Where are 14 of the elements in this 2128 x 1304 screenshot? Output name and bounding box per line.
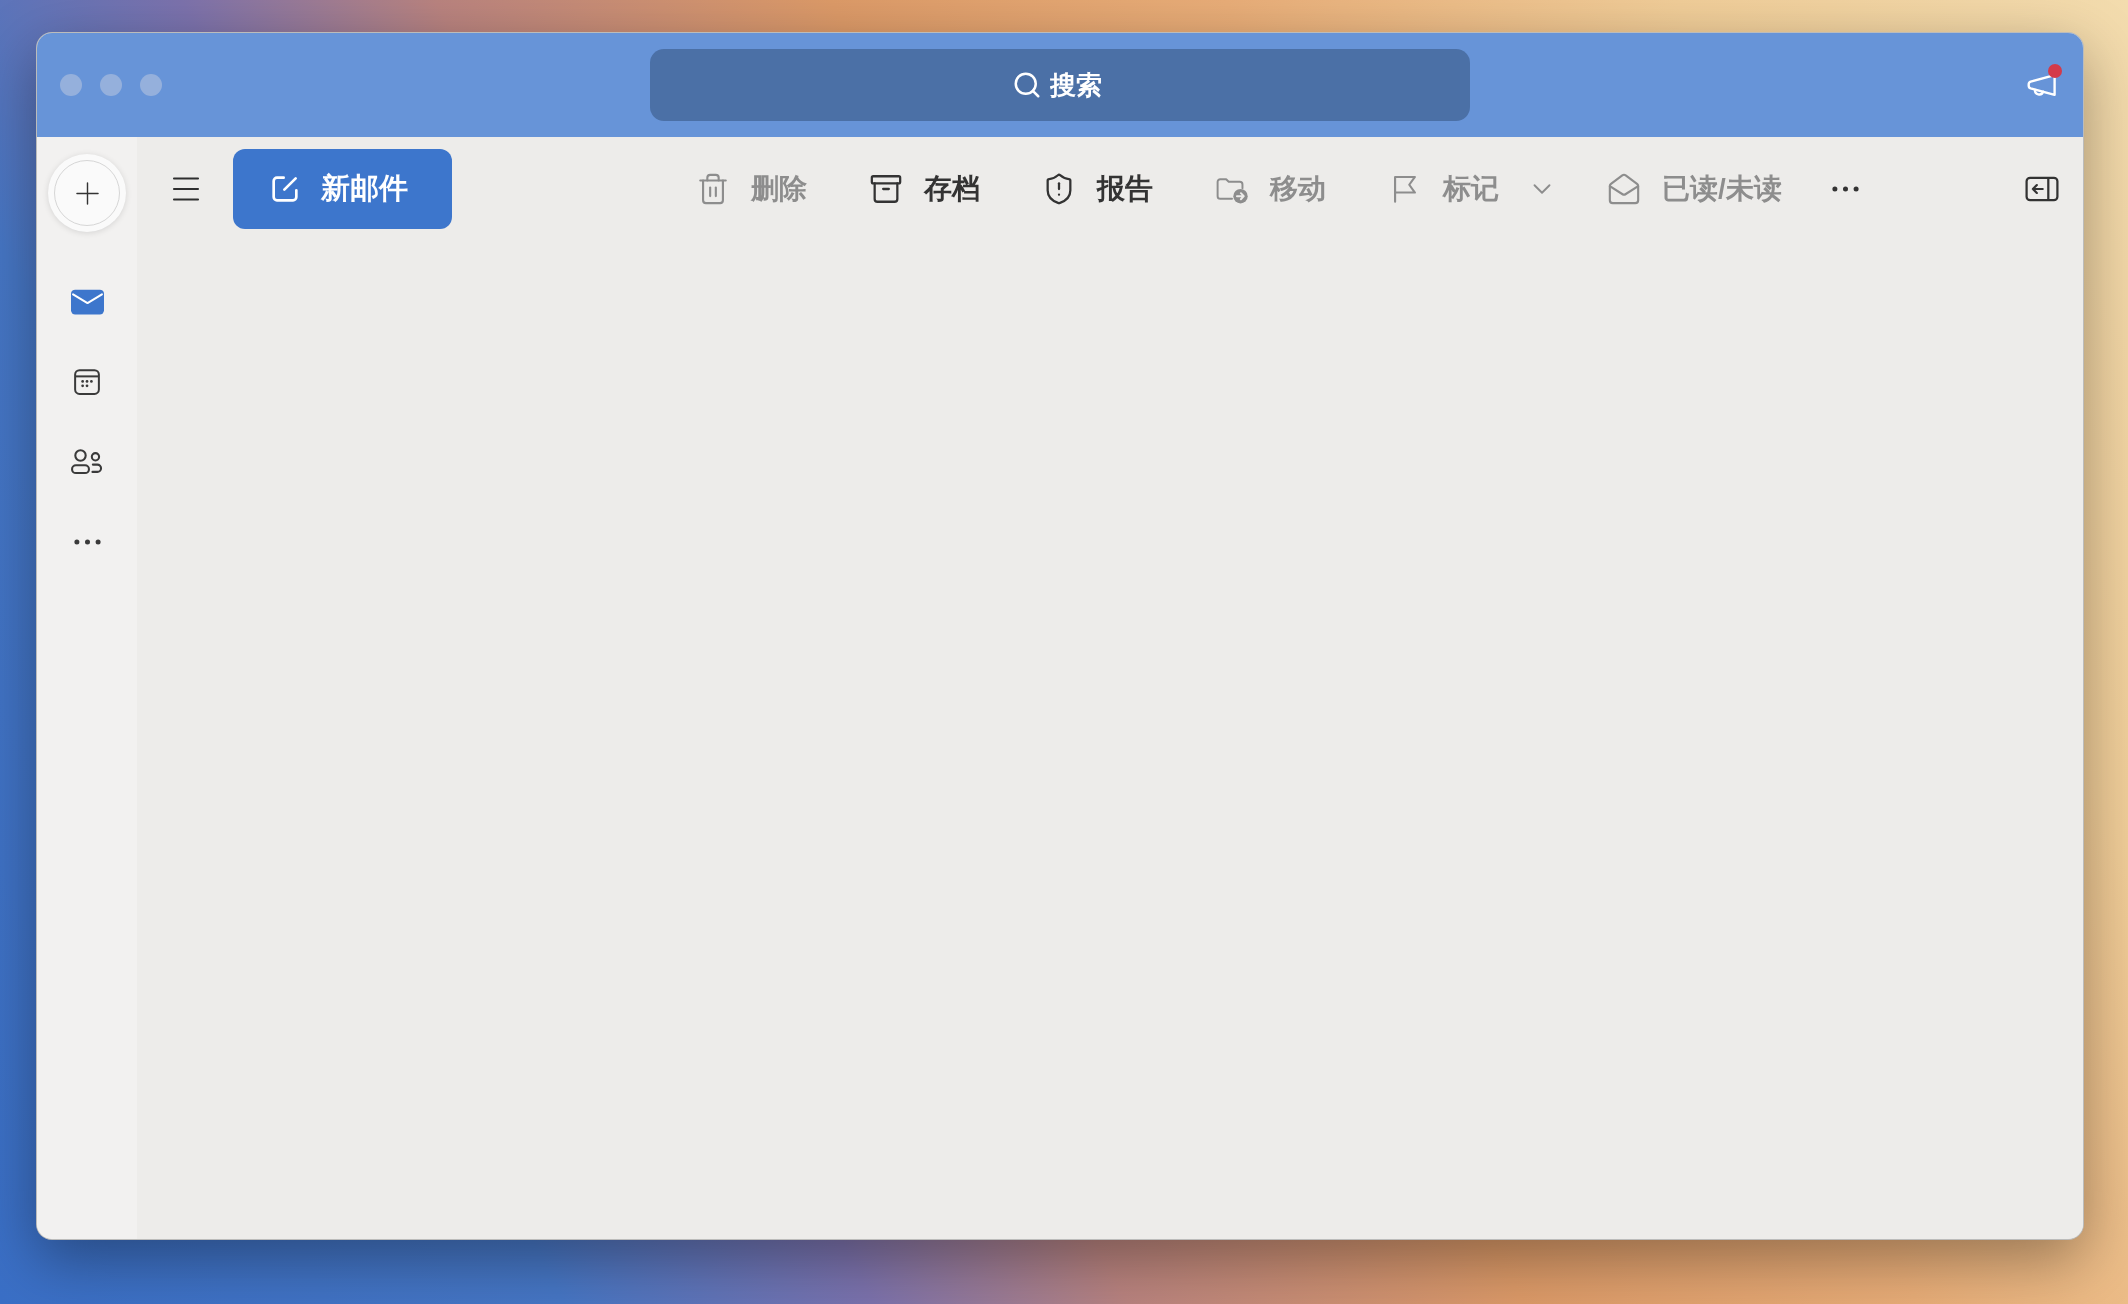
envelope-icon	[70, 289, 104, 315]
ellipsis-icon	[1831, 186, 1859, 192]
archive-button[interactable]: 存档	[869, 161, 980, 217]
ellipsis-icon	[73, 539, 101, 545]
report-button[interactable]: 报告	[1042, 161, 1153, 217]
plus-icon	[75, 181, 99, 205]
open-envelope-icon	[1607, 172, 1641, 206]
archive-box-icon	[869, 172, 903, 206]
compose-icon	[269, 173, 301, 205]
new-mail-button[interactable]: 新邮件	[233, 149, 452, 229]
calendar-icon	[72, 367, 102, 397]
trash-icon	[696, 172, 730, 206]
search-field[interactable]: 搜索	[1050, 65, 1108, 105]
people-icon	[70, 449, 104, 475]
